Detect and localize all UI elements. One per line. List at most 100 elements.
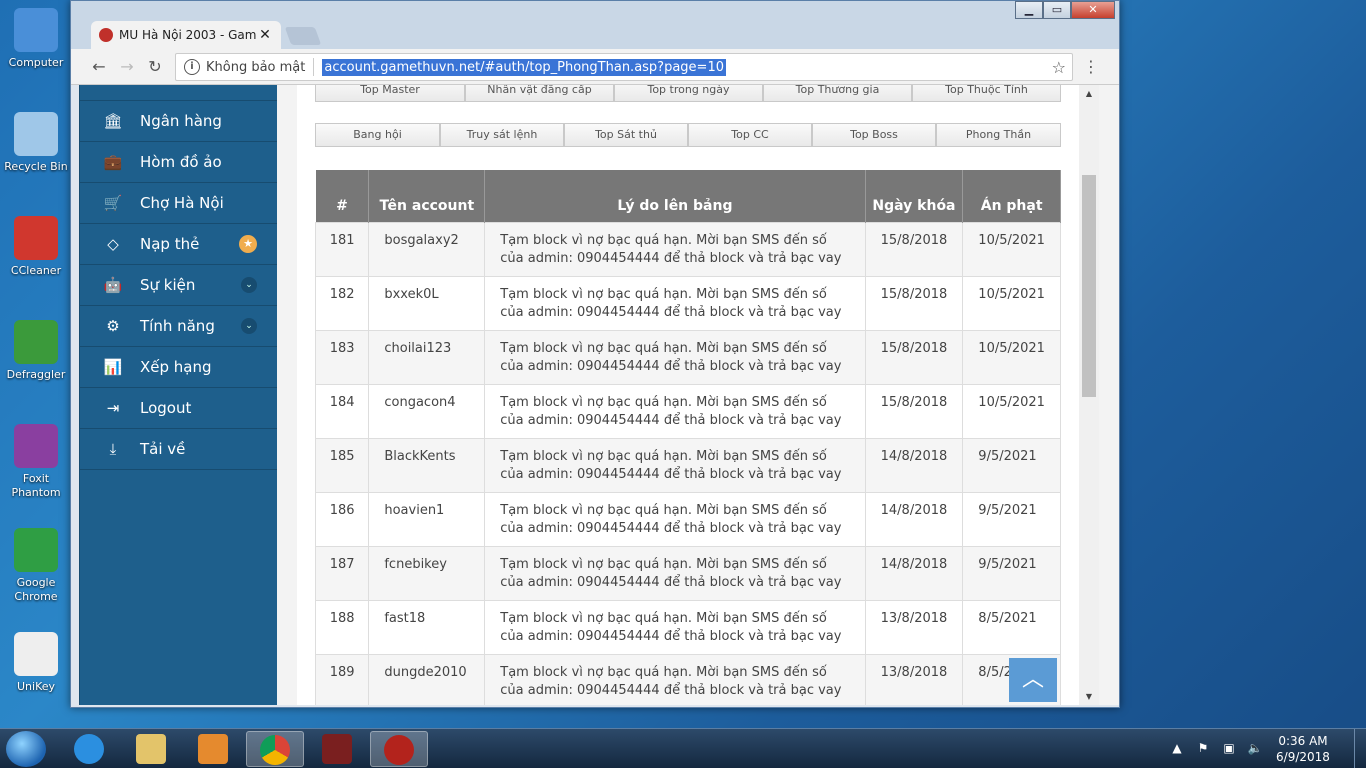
penalty-date: 10/5/2021 <box>962 329 1061 385</box>
start-button[interactable] <box>6 731 46 767</box>
recycle-bin-icon <box>14 112 58 156</box>
menu-button-top-cc[interactable]: Top CC <box>688 123 812 147</box>
tray-expand-icon[interactable]: ▲ <box>1169 741 1185 757</box>
block-reason: Tạm block vì nợ bạc quá hạn. Mời bạn SMS… <box>484 329 866 385</box>
menu-button-top-thương-gia[interactable]: Top Thương gia <box>763 85 912 102</box>
scroll-to-top-button[interactable]: ︿ <box>1009 658 1057 702</box>
system-tray: ▲ ⚑ ▣ 🔈 0:36 AM 6/9/2018 <box>1164 729 1366 768</box>
sidebar-item-android[interactable]: 🤖 Sự kiện ⌄ <box>80 265 277 306</box>
close-window-button[interactable]: ✕ <box>1071 1 1115 19</box>
sidebar-item-download[interactable]: ⤓ Tải về <box>80 429 277 470</box>
media-taskbar-button[interactable] <box>184 731 242 767</box>
menu-button-nhân-vật-đăng-cấp[interactable]: Nhân vật đăng cấp <box>465 85 614 102</box>
table-row: 182 bxxek0L Tạm block vì nợ bạc quá hạn. M… <box>314 275 1061 331</box>
info-icon[interactable]: i <box>184 59 200 75</box>
new-tab-button[interactable] <box>284 27 322 45</box>
address-bar[interactable]: i Không bảo mật account.gamethuvn.net/#a… <box>175 53 1073 81</box>
url-text[interactable]: account.gamethuvn.net/#auth/top_PhongTha… <box>322 58 726 76</box>
scroll-up-arrow-icon[interactable]: ▲ <box>1079 89 1099 98</box>
computer-icon <box>14 8 58 52</box>
desktop-icon-foxit-phantom[interactable]: Foxit Phantom <box>0 424 72 500</box>
block-reason: Tạm block vì nợ bạc quá hạn. Mời bạn SMS… <box>484 383 866 439</box>
back-arrow-icon[interactable]: ← <box>89 57 109 77</box>
bookmark-star-icon[interactable]: ☆ <box>1052 58 1066 77</box>
address-divider <box>313 58 315 76</box>
menu-button-top-trong-ngày[interactable]: Top trong ngày <box>614 85 763 102</box>
block-reason: Tạm block vì nợ bạc quá hạn. Mời bạn SMS… <box>484 221 866 277</box>
clock[interactable]: 0:36 AM 6/9/2018 <box>1268 733 1338 765</box>
network-icon[interactable]: ▣ <box>1221 741 1237 757</box>
block-reason: Tạm block vì nợ bạc quá hạn. Mời bạn SMS… <box>484 437 866 493</box>
window-controls: ▁ ▭ ✕ <box>1015 1 1115 19</box>
page-scrollbar[interactable]: ▲ ▼ <box>1079 85 1099 705</box>
lock-date: 14/8/2018 <box>864 545 964 601</box>
star-badge-icon: ★ <box>239 235 257 253</box>
sidebar-item-sign-out[interactable]: ⇥ Logout <box>80 388 277 429</box>
menu-button-top-thuộc-tính[interactable]: Top Thuộc Tính <box>912 85 1061 102</box>
sidebar-item-diamond[interactable]: ◇ Nạp thẻ ★ <box>80 224 277 265</box>
table-row: 184 congacon4 Tạm block vì nợ bạc quá hạn.… <box>314 383 1061 439</box>
page-viewport: 🏛 Ngân hàng 💼 Hòm đồ ảo 🛒 Chợ Hà Nội ◇ Nạp thẻ ★… <box>79 85 1119 705</box>
sidebar-item-label: Logout <box>140 399 192 417</box>
table-row: 186 hoavien1 Tạm block vì nợ bạc quá hạn. … <box>314 491 1061 547</box>
top-menu-row-1: Top Master Nhân vật đăng cấp Top trong ngà… <box>315 85 1061 102</box>
account-name: dungde2010 <box>368 653 486 705</box>
diamond-icon: ◇ <box>107 235 119 253</box>
tab-close-icon[interactable]: ✕ <box>257 27 273 43</box>
browser-menu-icon[interactable]: ⋮ <box>1083 57 1099 76</box>
col-header-number: # <box>315 170 370 222</box>
account-name: bxxek0L <box>368 275 486 331</box>
sidebar-item-label: Tính năng <box>140 317 215 335</box>
col-header-reason: Lý do lên bảng <box>484 170 866 222</box>
volume-icon[interactable]: 🔈 <box>1247 741 1263 757</box>
sidebar-item-cart[interactable]: 🛒 Chợ Hà Nội <box>80 183 277 224</box>
chevron-down-icon[interactable]: ⌄ <box>241 277 257 293</box>
block-reason: Tạm block vì nợ bạc quá hạn. Mời bạn SMS… <box>484 599 866 655</box>
desktop-icon-defraggler[interactable]: Defraggler <box>0 320 72 382</box>
show-desktop-button[interactable] <box>1354 729 1366 768</box>
sidebar-item-briefcase[interactable]: 💼 Hòm đồ ảo <box>80 142 277 183</box>
row-number: 188 <box>314 599 370 655</box>
minimize-button[interactable]: ▁ <box>1015 1 1043 19</box>
desktop-icon-recycle-bin[interactable]: Recycle Bin <box>0 112 72 174</box>
ie-icon <box>74 734 104 764</box>
account-name: choilai123 <box>368 329 486 385</box>
browser-tab[interactable]: MU Hà Nội 2003 - Game ✕ <box>91 21 281 49</box>
scroll-down-arrow-icon[interactable]: ▼ <box>1079 692 1099 701</box>
desktop-icon-ccleaner[interactable]: CCleaner <box>0 216 72 278</box>
row-number: 182 <box>314 275 370 331</box>
desktop-icon-google-chrome[interactable]: Google Chrome <box>0 528 72 604</box>
menu-button-phong-thần[interactable]: Phong Thần <box>936 123 1061 147</box>
sidebar-item-bank[interactable]: 🏛 Ngân hàng <box>80 101 277 142</box>
action-center-icon[interactable]: ⚑ <box>1195 741 1211 757</box>
penalty-date: 10/5/2021 <box>962 383 1061 439</box>
chrome-taskbar-button[interactable] <box>246 731 304 767</box>
chevron-down-icon[interactable]: ⌄ <box>241 318 257 334</box>
desktop-icon-unikey[interactable]: UniKey <box>0 632 72 694</box>
menu-button-top-master[interactable]: Top Master <box>315 85 465 102</box>
desktop-icon-computer[interactable]: Computer <box>0 8 72 70</box>
sidebar-item-bar-chart[interactable]: 📊 Xếp hạng <box>80 347 277 388</box>
menu-button-top-boss[interactable]: Top Boss <box>812 123 936 147</box>
col-header-penalty: Án phạt <box>962 170 1061 222</box>
sidebar-item-label: Nạp thẻ <box>140 235 200 253</box>
account-name: fcnebikey <box>368 545 486 601</box>
clock-time: 0:36 AM <box>1278 734 1328 748</box>
menu-button-bang-hội[interactable]: Bang hội <box>315 123 440 147</box>
menu-button-truy-sát-lệnh[interactable]: Truy sát lệnh <box>440 123 564 147</box>
reload-icon[interactable]: ↻ <box>145 57 165 77</box>
menu-button-top-sát-thủ[interactable]: Top Sát thủ <box>564 123 688 147</box>
penalty-date: 10/5/2021 <box>962 221 1061 277</box>
table-row: 188 fast18 Tạm block vì nợ bạc quá hạn. Mờ… <box>314 599 1061 655</box>
sidebar-item-label: Tải về <box>140 440 186 458</box>
lock-date: 15/8/2018 <box>864 383 964 439</box>
sidebar-item-gears[interactable]: ⚙ Tính năng ⌄ <box>80 306 277 347</box>
forward-arrow-icon[interactable]: → <box>117 57 137 77</box>
mu-launcher-taskbar-button[interactable] <box>370 731 428 767</box>
ie-taskbar-button[interactable] <box>60 731 118 767</box>
lock-date: 15/8/2018 <box>864 329 964 385</box>
maximize-button[interactable]: ▭ <box>1043 1 1071 19</box>
mu-game-taskbar-button[interactable] <box>308 731 366 767</box>
scrollbar-thumb[interactable] <box>1082 175 1096 397</box>
explorer-taskbar-button[interactable] <box>122 731 180 767</box>
